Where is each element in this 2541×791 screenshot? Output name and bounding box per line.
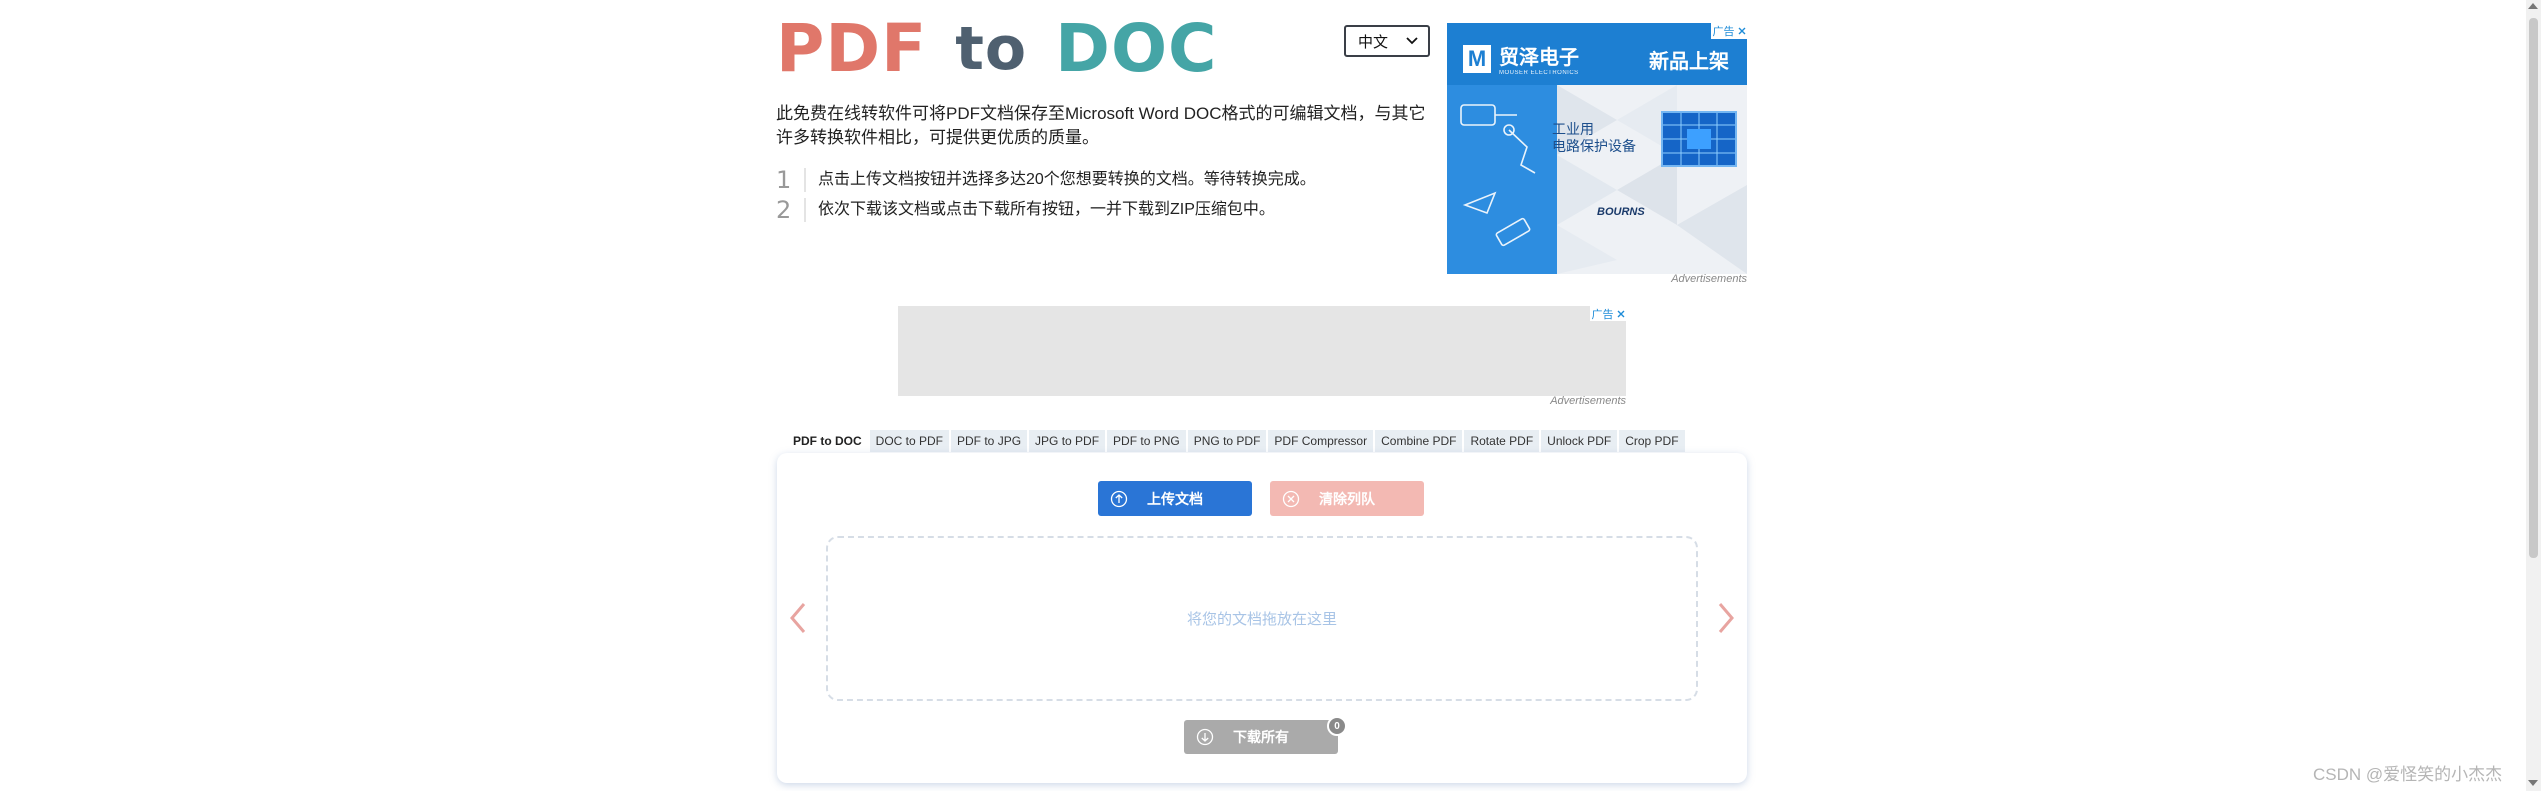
upload-button[interactable]: 上传文档: [1098, 481, 1252, 516]
site-logo[interactable]: PDF to DOC: [776, 14, 1217, 84]
ad-body-text: 工业用 电路保护设备: [1552, 121, 1636, 155]
language-select[interactable]: 中文: [1344, 25, 1430, 57]
clear-button-label: 清除列队: [1319, 490, 1375, 507]
page-description: 此免费在线转软件可将PDF文档保存至Microsoft Word DOC格式的可…: [776, 104, 1426, 147]
clear-x-icon: [1282, 490, 1300, 507]
download-button-label: 下载所有: [1233, 729, 1289, 745]
ad-choices-tag[interactable]: 广告: [1590, 306, 1626, 321]
ad-products-icon: [1460, 104, 1536, 247]
ad-label: Advertisements: [1671, 273, 1747, 285]
ad-tag-label: 广告: [1712, 26, 1735, 38]
chevron-right-icon[interactable]: [1714, 600, 1738, 636]
step-text: 点击上传文档按钮并选择多达20个您想要转换的文档。等待转换完成。: [818, 171, 1316, 188]
ad-banner-right[interactable]: M 贸泽电子 MOUSER ELECTRONICS 新品上架 工业用 电路保护设…: [1447, 23, 1747, 274]
ad-brand-logo-icon: M: [1463, 44, 1491, 73]
step-number: 2: [776, 196, 792, 224]
ad-product-strip: [1447, 85, 1557, 274]
tab-rotate-pdf[interactable]: Rotate PDF: [1464, 430, 1540, 452]
logo-text-doc: DOC: [1055, 10, 1218, 87]
tab-pdf-to-doc[interactable]: PDF to DOC: [787, 430, 868, 452]
ad-label: Advertisements: [1550, 395, 1626, 407]
step-divider: [804, 168, 806, 192]
chip-icon: [1663, 113, 1735, 165]
tab-png-to-pdf[interactable]: PNG to PDF: [1187, 430, 1267, 452]
tab-combine-pdf[interactable]: Combine PDF: [1375, 430, 1463, 452]
ad-brand-subname: MOUSER ELECTRONICS: [1499, 70, 1579, 76]
download-arrow-icon: [1196, 728, 1214, 746]
ad-tag-label: 广告: [1591, 308, 1614, 321]
close-icon[interactable]: [1738, 27, 1746, 35]
watermark-text: CSDN @爱怪笑的小杰杰: [2313, 765, 2503, 784]
step-divider: [804, 198, 806, 222]
tool-tabs: PDF to DOC DOC to PDF PDF to JPG JPG to …: [787, 430, 1685, 452]
upload-arrow-icon: [1110, 490, 1128, 507]
tab-unlock-pdf[interactable]: Unlock PDF: [1541, 430, 1618, 452]
close-icon[interactable]: [1617, 310, 1625, 318]
tab-jpg-to-pdf[interactable]: JPG to PDF: [1029, 430, 1106, 452]
clear-queue-button[interactable]: 清除列队: [1270, 481, 1424, 516]
scrollbar-thumb[interactable]: [2529, 18, 2538, 558]
ad-headline: 新品上架: [1649, 51, 1729, 73]
logo-text-pdf: PDF: [776, 10, 928, 87]
step-number: 1: [776, 166, 792, 194]
logo-text-to: to: [955, 14, 1028, 84]
ad-brand: M 贸泽电子 MOUSER ELECTRONICS: [1463, 41, 1579, 76]
step-text: 依次下载该文档或点击下载所有按钮，一并下载到ZIP压缩包中。: [818, 201, 1275, 218]
scroll-down-arrow-icon[interactable]: [2528, 780, 2538, 786]
ad-brand-name: 贸泽电子: [1499, 47, 1579, 69]
chevron-left-icon[interactable]: [786, 600, 810, 636]
tab-pdf-compressor[interactable]: PDF Compressor: [1268, 430, 1374, 452]
upload-button-label: 上传文档: [1147, 490, 1203, 507]
ad-line-1: 工业用: [1552, 121, 1594, 137]
ad-chip-image: [1661, 111, 1737, 167]
language-selected-value: 中文: [1358, 33, 1389, 51]
step-2: 2 依次下载该文档或点击下载所有按钮，一并下载到ZIP压缩包中。: [776, 196, 1275, 224]
file-drop-zone[interactable]: 将您的文档拖放在这里: [826, 536, 1698, 701]
ad-line-2: 电路保护设备: [1552, 138, 1636, 154]
tab-pdf-to-png[interactable]: PDF to PNG: [1107, 430, 1186, 452]
tab-pdf-to-jpg[interactable]: PDF to JPG: [951, 430, 1028, 452]
download-count-badge: 0: [1327, 716, 1347, 736]
ad-choices-tag[interactable]: 广告: [1711, 23, 1747, 39]
download-all-button[interactable]: 下载所有: [1184, 720, 1338, 754]
ad-banner-middle[interactable]: 广告: [898, 306, 1626, 396]
drop-zone-label: 将您的文档拖放在这里: [1186, 611, 1337, 628]
scroll-up-arrow-icon[interactable]: [2528, 3, 2538, 9]
tab-doc-to-pdf[interactable]: DOC to PDF: [869, 430, 950, 452]
ad-sponsor-logo: BOURNS: [1597, 206, 1645, 218]
step-1: 1 点击上传文档按钮并选择多达20个您想要转换的文档。等待转换完成。: [776, 166, 1316, 194]
chevron-down-icon: [1406, 37, 1418, 45]
tab-crop-pdf[interactable]: Crop PDF: [1619, 430, 1685, 452]
